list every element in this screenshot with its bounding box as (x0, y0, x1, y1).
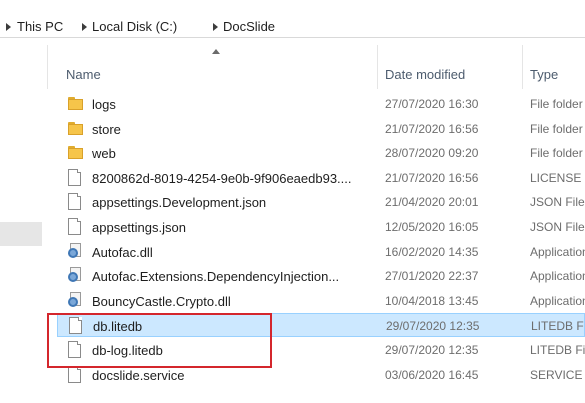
breadcrumb-docslide[interactable]: DocSlide (223, 19, 275, 34)
breadcrumb-this-pc[interactable]: This PC (17, 19, 63, 34)
date-modified: 12/05/2020 16:05 (385, 220, 479, 234)
column-header: Name Date modified Type (47, 45, 585, 89)
column-divider[interactable] (522, 45, 523, 89)
file-type: File folder (530, 97, 583, 111)
file-icon (68, 365, 81, 383)
date-modified: 03/06/2020 16:45 (385, 367, 479, 382)
highlight-annotation (47, 313, 272, 368)
file-name: Autofac.dll (92, 244, 153, 260)
date-modified: 21/07/2020 16:56 (385, 121, 479, 136)
date-modified: 16/02/2020 14:35 (385, 244, 479, 259)
file-row[interactable]: web 28/07/2020 09:20 File folder (57, 141, 585, 165)
file-name: web (92, 146, 116, 162)
file-type: JSON File (530, 195, 585, 210)
breadcrumb-local-disk[interactable]: Local Disk (C:) (92, 19, 177, 34)
date-modified: 28/07/2020 09:20 (385, 146, 479, 161)
file-row[interactable]: BouncyCastle.Crypto.dll 10/04/2018 13:45 A… (57, 289, 585, 313)
file-type: Application (530, 269, 585, 284)
file-row[interactable]: logs 27/07/2020 16:30 File folder (57, 92, 585, 116)
breadcrumb-chevron-icon[interactable] (6, 23, 11, 31)
date-modified: 21/07/2020 16:56 (385, 170, 479, 185)
file-name: docslide.service (92, 367, 185, 383)
file-type: LITEDB File (530, 343, 585, 357)
file-name: store (92, 121, 121, 137)
file-name: 8200862d-8019-4254-9e0b-9f906eaedb93.... (92, 170, 352, 186)
dll-icon (68, 291, 82, 308)
date-modified: 21/04/2020 20:01 (385, 195, 479, 210)
file-name: BouncyCastle.Crypto.dll (92, 293, 231, 309)
file-name: logs (92, 97, 116, 112)
file-row[interactable]: Autofac.dll 16/02/2020 14:35 Application (57, 240, 585, 264)
file-name: Autofac.Extensions.DependencyInjection..… (92, 269, 340, 285)
column-header-name[interactable]: Name (66, 67, 101, 82)
file-type: Application (530, 293, 585, 308)
column-divider[interactable] (377, 45, 378, 89)
date-modified: 29/07/2020 12:35 (386, 319, 480, 334)
file-type: Application (530, 244, 585, 259)
file-type: File folder (530, 121, 583, 136)
file-type: File folder (530, 146, 583, 161)
breadcrumb-chevron-icon[interactable] (213, 23, 218, 31)
file-icon (68, 193, 81, 211)
file-type: LITEDB File (531, 319, 584, 334)
file-row[interactable]: appsettings.Development.json 21/04/2020 2… (57, 190, 585, 214)
file-icon (68, 218, 81, 235)
date-modified: 29/07/2020 12:35 (385, 343, 479, 357)
folder-icon (68, 95, 83, 110)
column-divider (47, 45, 48, 89)
date-modified: 27/01/2020 22:37 (385, 269, 479, 284)
file-row[interactable]: 8200862d-8019-4254-9e0b-9f906eaedb93....… (57, 166, 585, 190)
file-row[interactable]: store 21/07/2020 16:56 File folder (57, 117, 585, 141)
file-row[interactable]: Autofac.Extensions.DependencyInjection..… (57, 264, 585, 288)
breadcrumb: This PC Local Disk (C:) DocSlide (0, 10, 585, 38)
folder-icon (68, 144, 83, 160)
date-modified: 27/07/2020 16:30 (385, 97, 479, 111)
dll-icon (68, 267, 82, 283)
navigation-pane-item[interactable] (0, 222, 42, 246)
breadcrumb-chevron-icon[interactable] (82, 23, 87, 31)
file-name: appsettings.json (92, 220, 186, 235)
sort-ascending-icon (212, 49, 220, 54)
folder-icon (68, 120, 83, 135)
dll-icon (68, 242, 82, 259)
file-row[interactable]: appsettings.json 12/05/2020 16:05 JSON Fil… (57, 215, 585, 239)
file-icon (68, 168, 81, 186)
date-modified: 10/04/2018 13:45 (385, 293, 479, 308)
file-type: SERVICE (530, 367, 583, 382)
column-header-date-modified[interactable]: Date modified (385, 67, 465, 82)
file-type: LICENSE (530, 170, 582, 185)
column-header-type[interactable]: Type (530, 67, 558, 82)
file-type: JSON File (530, 220, 585, 234)
file-name: appsettings.Development.json (92, 195, 267, 211)
